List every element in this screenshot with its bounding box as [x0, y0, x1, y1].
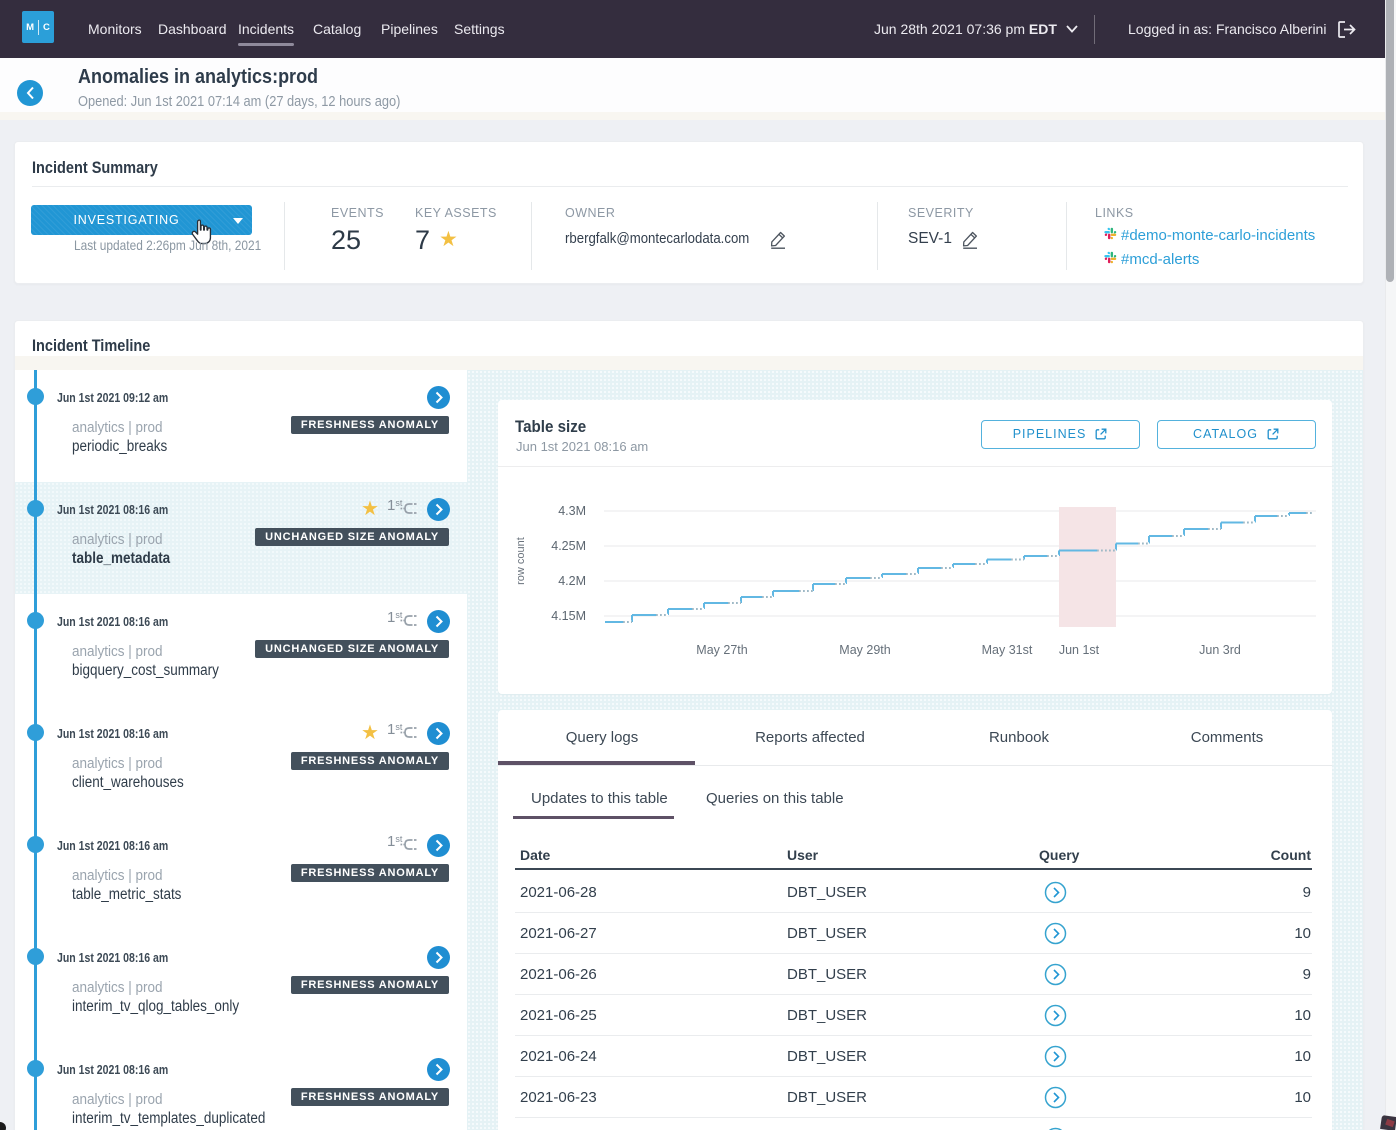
svg-text:May 27th: May 27th — [696, 643, 747, 657]
svg-text:4.25M: 4.25M — [551, 539, 586, 553]
svg-text:May 31st: May 31st — [982, 643, 1033, 657]
svg-text:4.15M: 4.15M — [551, 609, 586, 623]
svg-text:4.2M: 4.2M — [558, 574, 586, 588]
svg-text:May 29th: May 29th — [839, 643, 890, 657]
svg-text:Jun 1st: Jun 1st — [1059, 643, 1100, 657]
svg-text:Jun 3rd: Jun 3rd — [1199, 643, 1241, 657]
svg-text:4.3M: 4.3M — [558, 504, 586, 518]
